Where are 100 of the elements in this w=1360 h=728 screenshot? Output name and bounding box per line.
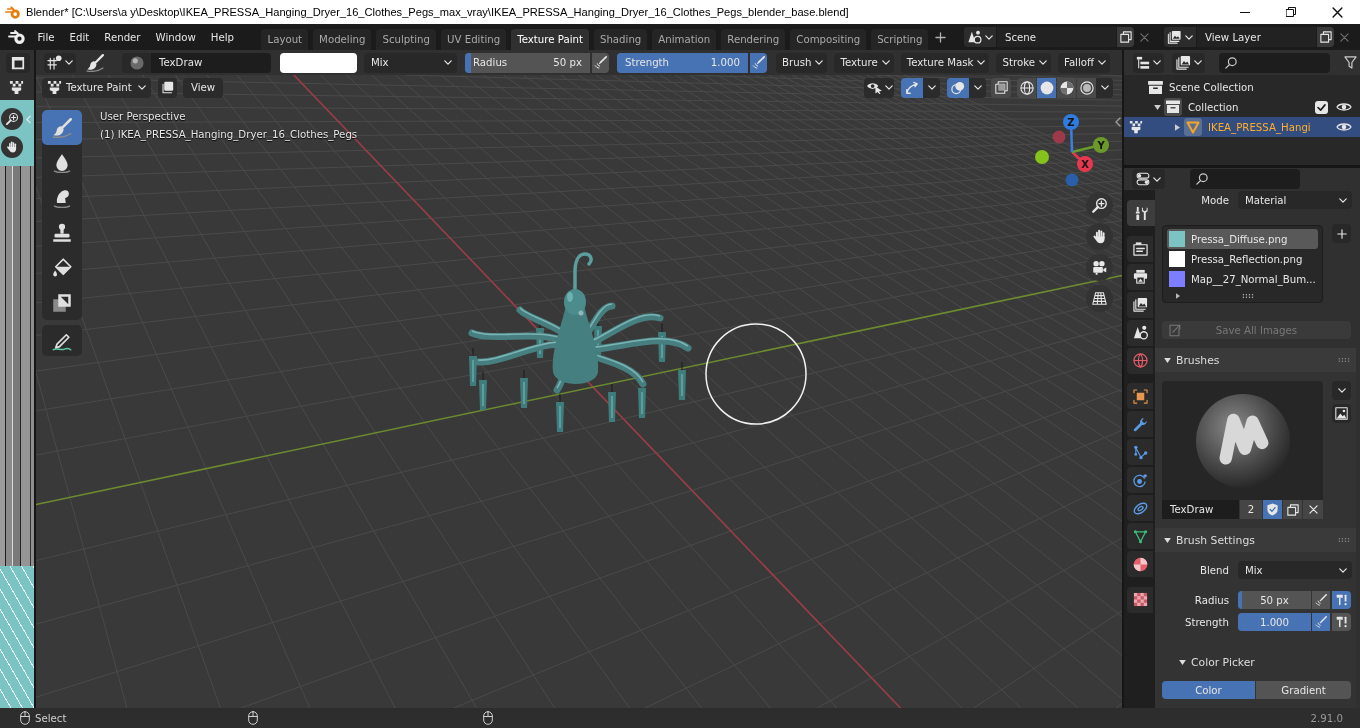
perspective-grid-icon[interactable]: [1086, 285, 1113, 312]
menu-item[interactable]: Edit: [62, 27, 97, 47]
workspace-tab[interactable]: Shading: [593, 29, 648, 50]
header-menu[interactable]: Brush: [776, 52, 828, 73]
properties-tab[interactable]: [1127, 586, 1153, 613]
shading-button[interactable]: [1057, 77, 1076, 98]
new-scene-button[interactable]: [1117, 27, 1134, 47]
brush-browse-button[interactable]: [122, 52, 151, 73]
brush-icon-button[interactable]: [1332, 404, 1351, 423]
workspace-tab[interactable]: Compositing: [790, 29, 867, 50]
duplicate-brush-button[interactable]: [1283, 500, 1302, 519]
chevron-left-icon[interactable]: [1115, 117, 1121, 127]
plus-icon[interactable]: [935, 31, 947, 43]
header-menu[interactable]: Texture Mask: [900, 52, 990, 73]
blend-dropdown[interactable]: Mix: [364, 52, 457, 73]
mode-dropdown[interactable]: Material: [1238, 191, 1352, 209]
brush-name-field[interactable]: TexDraw: [1162, 500, 1239, 519]
xray-toggle[interactable]: [991, 77, 1011, 98]
header-menu[interactable]: Texture: [834, 52, 894, 73]
properties-tab[interactable]: [1127, 291, 1153, 318]
workspace-tab[interactable]: Animation: [652, 29, 717, 50]
workspace-tab[interactable]: Sculpting: [376, 29, 437, 50]
overlay-toggle[interactable]: [947, 77, 969, 98]
unified-toggle[interactable]: [1332, 591, 1351, 609]
y-axis-handle[interactable]: Y: [1071, 137, 1109, 154]
brush-name-field[interactable]: TexDraw: [151, 52, 271, 73]
checkbox[interactable]: [1315, 100, 1328, 114]
blend-dropdown[interactable]: Mix: [1238, 561, 1352, 579]
display-toggle[interactable]: [158, 77, 177, 98]
grip-dots-icon[interactable]: [1338, 358, 1350, 362]
grip-dots-icon[interactable]: [1338, 538, 1350, 542]
color-mode-tab[interactable]: Color: [1162, 681, 1255, 699]
unlink-brush-button[interactable]: [1303, 500, 1323, 519]
menu-item[interactable]: Help: [203, 27, 242, 47]
properties-tab[interactable]: [1127, 551, 1153, 577]
visibility-dropdown[interactable]: [864, 77, 894, 98]
tool-settings-dropdown[interactable]: [44, 52, 76, 73]
shading-button[interactable]: [1017, 77, 1036, 98]
panel-header[interactable]: Brush Settings: [1155, 528, 1356, 552]
filter-view-button[interactable]: [1172, 52, 1205, 73]
filter-icon[interactable]: [1344, 56, 1357, 69]
triangle-right-icon[interactable]: [1174, 123, 1180, 131]
view-layer-browse-button[interactable]: [1164, 27, 1196, 47]
strength-slider[interactable]: 1.000: [1238, 613, 1311, 631]
hand-icon[interactable]: [1, 136, 23, 158]
pressure-toggle[interactable]: [1312, 613, 1330, 631]
properties-tab[interactable]: [1127, 235, 1153, 262]
scene-name-field[interactable]: Scene: [997, 27, 1116, 47]
pressure-toggle[interactable]: [592, 52, 609, 73]
workspace-tab[interactable]: Texture Paint: [511, 29, 589, 50]
properties-tab[interactable]: [1127, 263, 1153, 290]
brush-preview-drawing[interactable]: [1162, 381, 1323, 500]
new-view-layer-button[interactable]: [1317, 27, 1334, 47]
properties-tab[interactable]: [1127, 319, 1153, 346]
shading-dropdown[interactable]: [1096, 77, 1113, 98]
zoom-in-icon[interactable]: [1086, 192, 1113, 219]
checker-brush-icon[interactable]: [1129, 120, 1143, 134]
workspace-tab[interactable]: Modeling: [313, 29, 372, 50]
shading-button[interactable]: [1077, 77, 1096, 98]
camera-icon[interactable]: [1086, 254, 1113, 281]
mode-dropdown[interactable]: Texture Paint: [42, 77, 151, 98]
brush-color-field[interactable]: [280, 52, 357, 73]
properties-tab[interactable]: [1127, 383, 1153, 409]
image-slot[interactable]: Pressa_Reflection.png: [1167, 249, 1318, 269]
triangle-down-icon[interactable]: [1153, 104, 1161, 110]
shading-button[interactable]: [1037, 77, 1056, 98]
pressure-toggle[interactable]: [1312, 591, 1330, 609]
annotate-tool-button[interactable]: [42, 325, 82, 356]
unified-toggle[interactable]: [1332, 613, 1351, 631]
z-axis-handle[interactable]: Z: [1063, 114, 1079, 153]
radius-slider[interactable]: Radius 50 px: [465, 52, 590, 73]
pressure-toggle[interactable]: [750, 52, 767, 73]
image-slot[interactable]: Pressa_Diffuse.png: [1167, 229, 1318, 249]
add-slot-button[interactable]: [1332, 224, 1351, 243]
fake-user-toggle[interactable]: [1263, 500, 1282, 519]
view-layer-name-field[interactable]: View Layer: [1197, 27, 1316, 47]
editor-type-button[interactable]: [1132, 169, 1165, 189]
header-menu[interactable]: Stroke: [996, 52, 1051, 73]
eye-icon[interactable]: [1336, 102, 1352, 112]
strength-slider[interactable]: Strength 1.000: [617, 52, 748, 73]
outliner-row[interactable]: Scene Collection: [1124, 77, 1360, 97]
axis-dot-icon[interactable]: [1065, 173, 1079, 187]
outliner-row[interactable]: Collection: [1124, 97, 1360, 117]
view-menu[interactable]: View: [183, 77, 224, 98]
properties-tab[interactable]: [1127, 523, 1153, 549]
grip-dots-icon[interactable]: [1242, 293, 1254, 298]
checker-brush-icon[interactable]: [9, 80, 24, 95]
menu-item[interactable]: Render: [96, 27, 149, 47]
hand-icon[interactable]: [1086, 223, 1113, 250]
image-slot[interactable]: Map__27_Normal_Bum...: [1167, 269, 1318, 289]
workspace-tab[interactable]: Layout: [261, 29, 309, 50]
axis-dot-icon[interactable]: [1035, 150, 1049, 164]
gizmo-toggle[interactable]: [901, 77, 923, 98]
eye-icon[interactable]: [1336, 122, 1352, 132]
header-menu[interactable]: Falloff: [1057, 52, 1111, 73]
editor-type-button[interactable]: [6, 52, 30, 73]
expand-arrow-icon[interactable]: [1176, 292, 1180, 299]
display-mode-button[interactable]: [1133, 52, 1164, 73]
color-mode-tab[interactable]: Gradient: [1256, 681, 1351, 699]
workspace-tab[interactable]: UV Editing: [441, 29, 507, 50]
